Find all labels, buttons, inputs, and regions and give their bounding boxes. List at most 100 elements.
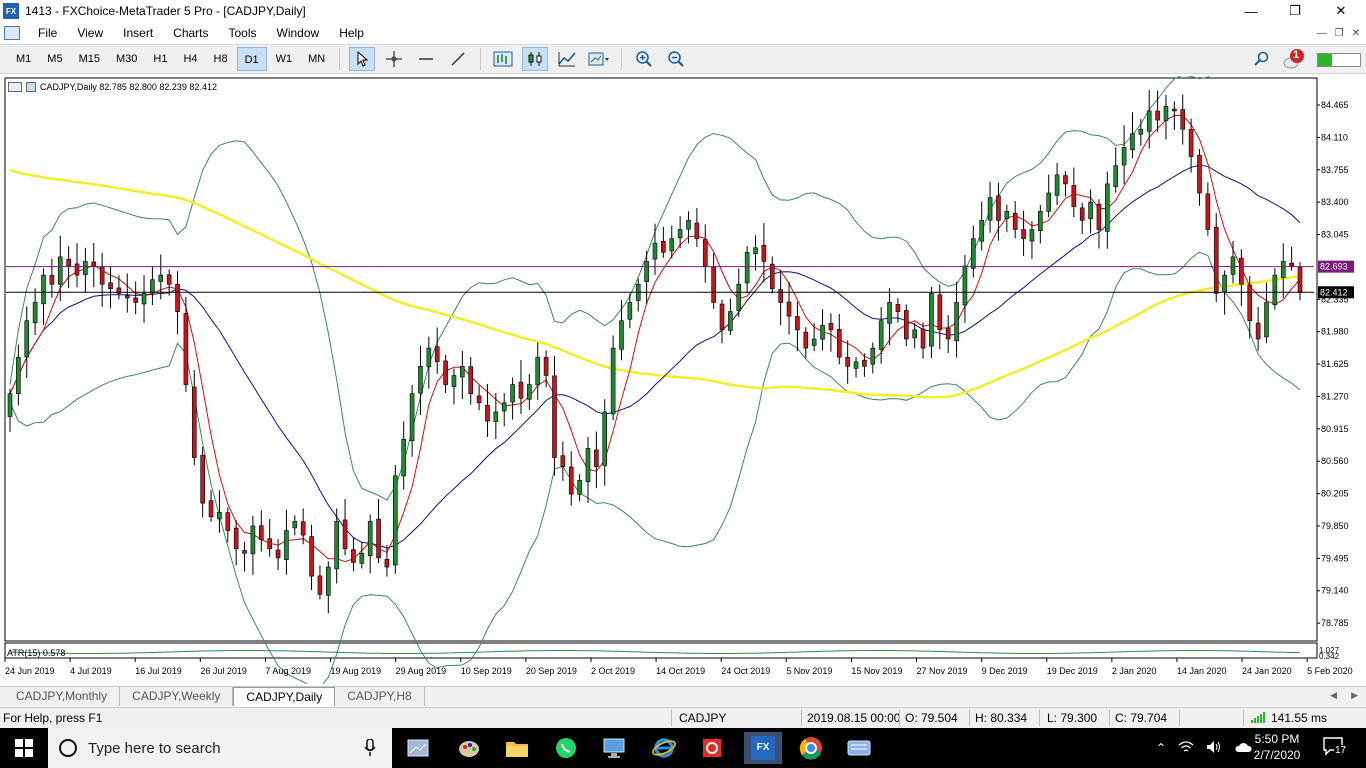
menu-window[interactable]: Window xyxy=(267,22,330,44)
windows-start-icon[interactable] xyxy=(0,728,48,768)
candle-body xyxy=(326,566,331,596)
timeframe-m5[interactable]: M5 xyxy=(40,47,69,71)
tab-cadjpy-h8[interactable]: CADJPY,H8 xyxy=(335,687,425,706)
candle-body xyxy=(451,375,457,387)
taskbar-app-internet-explorer-icon[interactable] xyxy=(647,732,681,764)
menu-tools[interactable]: Tools xyxy=(219,22,267,44)
candle-body xyxy=(820,324,825,340)
taskbar-app-mt5-red-icon[interactable] xyxy=(695,732,729,764)
status-low: L: 79.300 xyxy=(1047,711,1098,725)
bar-chart-icon[interactable] xyxy=(490,47,516,71)
taskbar-app-fxchoice-icon[interactable]: FX xyxy=(744,732,782,764)
candle-body xyxy=(258,525,264,540)
taskbar-search-input[interactable]: Type here to search xyxy=(48,728,392,768)
tab-cadjpy-monthly[interactable]: CADJPY,Monthly xyxy=(4,687,121,706)
taskbar-app-whatsapp-icon[interactable] xyxy=(549,732,583,764)
tab-cadjpy-daily[interactable]: CADJPY,Daily xyxy=(233,687,336,706)
candle-body xyxy=(41,274,46,305)
candle-body xyxy=(1130,133,1135,150)
taskbar-clock[interactable]: 5:50 PM 2/7/2020 xyxy=(1242,731,1312,763)
candlestick-icon[interactable] xyxy=(522,47,549,71)
timeframe-h8[interactable]: H8 xyxy=(207,47,235,71)
menu-bar: File View Insert Charts Tools Window Hel… xyxy=(0,22,1366,44)
timeframe-m30[interactable]: M30 xyxy=(109,47,144,71)
candle-body xyxy=(334,521,339,570)
chart-area[interactable]: 84.465 84.110 83.755 83.400 83.045 82.335 81.9… xyxy=(0,76,1366,684)
candle-body xyxy=(158,274,164,282)
timeframe-mn[interactable]: MN xyxy=(301,47,332,71)
window-title: 1413 - FXChoice-MetaTrader 5 Pro - [CADJ… xyxy=(25,4,306,18)
candle-body xyxy=(108,282,113,290)
candle-body xyxy=(493,411,499,422)
candle xyxy=(610,335,616,421)
date-tick-label: 29 Aug 2019 xyxy=(396,666,447,676)
candle-body xyxy=(300,521,306,536)
timeframe-w1[interactable]: W1 xyxy=(269,47,300,71)
horizontal-line-icon[interactable] xyxy=(413,47,439,71)
timeframe-m1[interactable]: M1 xyxy=(9,47,38,71)
date-tick-label: 24 Jun 2019 xyxy=(5,666,55,676)
taskbar-app-paint-icon[interactable] xyxy=(452,732,486,764)
timeframe-d1[interactable]: D1 xyxy=(236,47,267,71)
mdi-restore-icon[interactable]: ❐ xyxy=(1335,28,1344,39)
candle-body xyxy=(610,347,616,415)
trendline-icon[interactable] xyxy=(445,47,471,71)
candle-body xyxy=(1079,207,1085,221)
taskbar-app-file-explorer-icon[interactable] xyxy=(500,732,534,764)
action-center-icon[interactable]: 17 xyxy=(1322,736,1352,760)
menu-insert[interactable]: Insert xyxy=(113,22,163,44)
menu-help[interactable]: Help xyxy=(329,22,374,44)
menu-view[interactable]: View xyxy=(67,22,113,44)
taskbar-app-photos-icon[interactable] xyxy=(402,732,436,764)
menu-charts[interactable]: Charts xyxy=(163,22,218,44)
templates-icon[interactable] xyxy=(586,47,612,71)
level-price-tag: 82.693 xyxy=(1320,262,1348,272)
date-tick-label: 16 Jul 2019 xyxy=(135,666,182,676)
zoom-out-icon[interactable] xyxy=(663,47,689,71)
candle-body xyxy=(200,454,205,504)
candle-body xyxy=(845,357,850,367)
minimize-button[interactable]: — xyxy=(1228,0,1274,22)
candle-body xyxy=(979,220,984,242)
notifications-icon[interactable]: 1 xyxy=(1282,48,1306,72)
mdi-minimize-icon[interactable]: — xyxy=(1317,28,1327,39)
tray-chevron-up-icon[interactable]: ⌃ xyxy=(1156,741,1166,755)
date-tick-label: 20 Sep 2019 xyxy=(526,666,577,676)
restore-button[interactable]: ❐ xyxy=(1272,0,1318,22)
taskbar: Type here to search FX ⌃ 5:50 PM 2/7/202… xyxy=(0,728,1366,768)
price-chart[interactable]: 84.46584.11083.75583.40083.04582.33581.9… xyxy=(0,76,1366,684)
line-chart-icon[interactable] xyxy=(554,47,580,71)
microphone-icon[interactable] xyxy=(364,739,376,757)
candle-body xyxy=(962,265,968,306)
cursor-icon[interactable] xyxy=(349,47,376,71)
zoom-in-icon[interactable] xyxy=(631,47,657,71)
candle-body xyxy=(426,347,432,368)
candle-body xyxy=(1297,266,1303,293)
taskbar-app-remote-desktop-icon[interactable] xyxy=(598,732,632,764)
tab-scroll-left-icon[interactable]: ◀ xyxy=(1330,690,1337,701)
candle-body xyxy=(736,283,742,311)
timeframe-m15[interactable]: M15 xyxy=(72,47,107,71)
notification-badge: 17 xyxy=(1334,745,1348,756)
search-icon[interactable] xyxy=(1253,50,1271,71)
candle-body xyxy=(652,242,658,260)
candle-body xyxy=(585,448,591,482)
candle-body xyxy=(878,320,884,350)
tab-cadjpy-weekly[interactable]: CADJPY,Weekly xyxy=(120,687,234,706)
chart-window-icon[interactable] xyxy=(4,26,20,40)
timeframe-h1[interactable]: H1 xyxy=(146,47,174,71)
candle-body xyxy=(669,238,675,252)
tab-scroll-right-icon[interactable]: ▶ xyxy=(1351,690,1358,701)
close-button[interactable]: ✕ xyxy=(1318,0,1364,22)
timeframe-h4[interactable]: H4 xyxy=(176,47,204,71)
taskbar-app-chrome-icon[interactable] xyxy=(794,732,828,764)
tray-volume-icon[interactable] xyxy=(1206,740,1222,757)
status-ping: 141.55 ms xyxy=(1271,711,1328,725)
tray-wifi-icon[interactable] xyxy=(1178,740,1194,757)
candle-body xyxy=(250,525,256,555)
mdi-close-icon[interactable]: ✕ xyxy=(1352,28,1360,39)
candle-body xyxy=(644,261,649,282)
taskbar-app-network-icon[interactable] xyxy=(842,732,876,764)
menu-file[interactable]: File xyxy=(28,22,67,44)
crosshair-icon[interactable] xyxy=(381,47,407,71)
